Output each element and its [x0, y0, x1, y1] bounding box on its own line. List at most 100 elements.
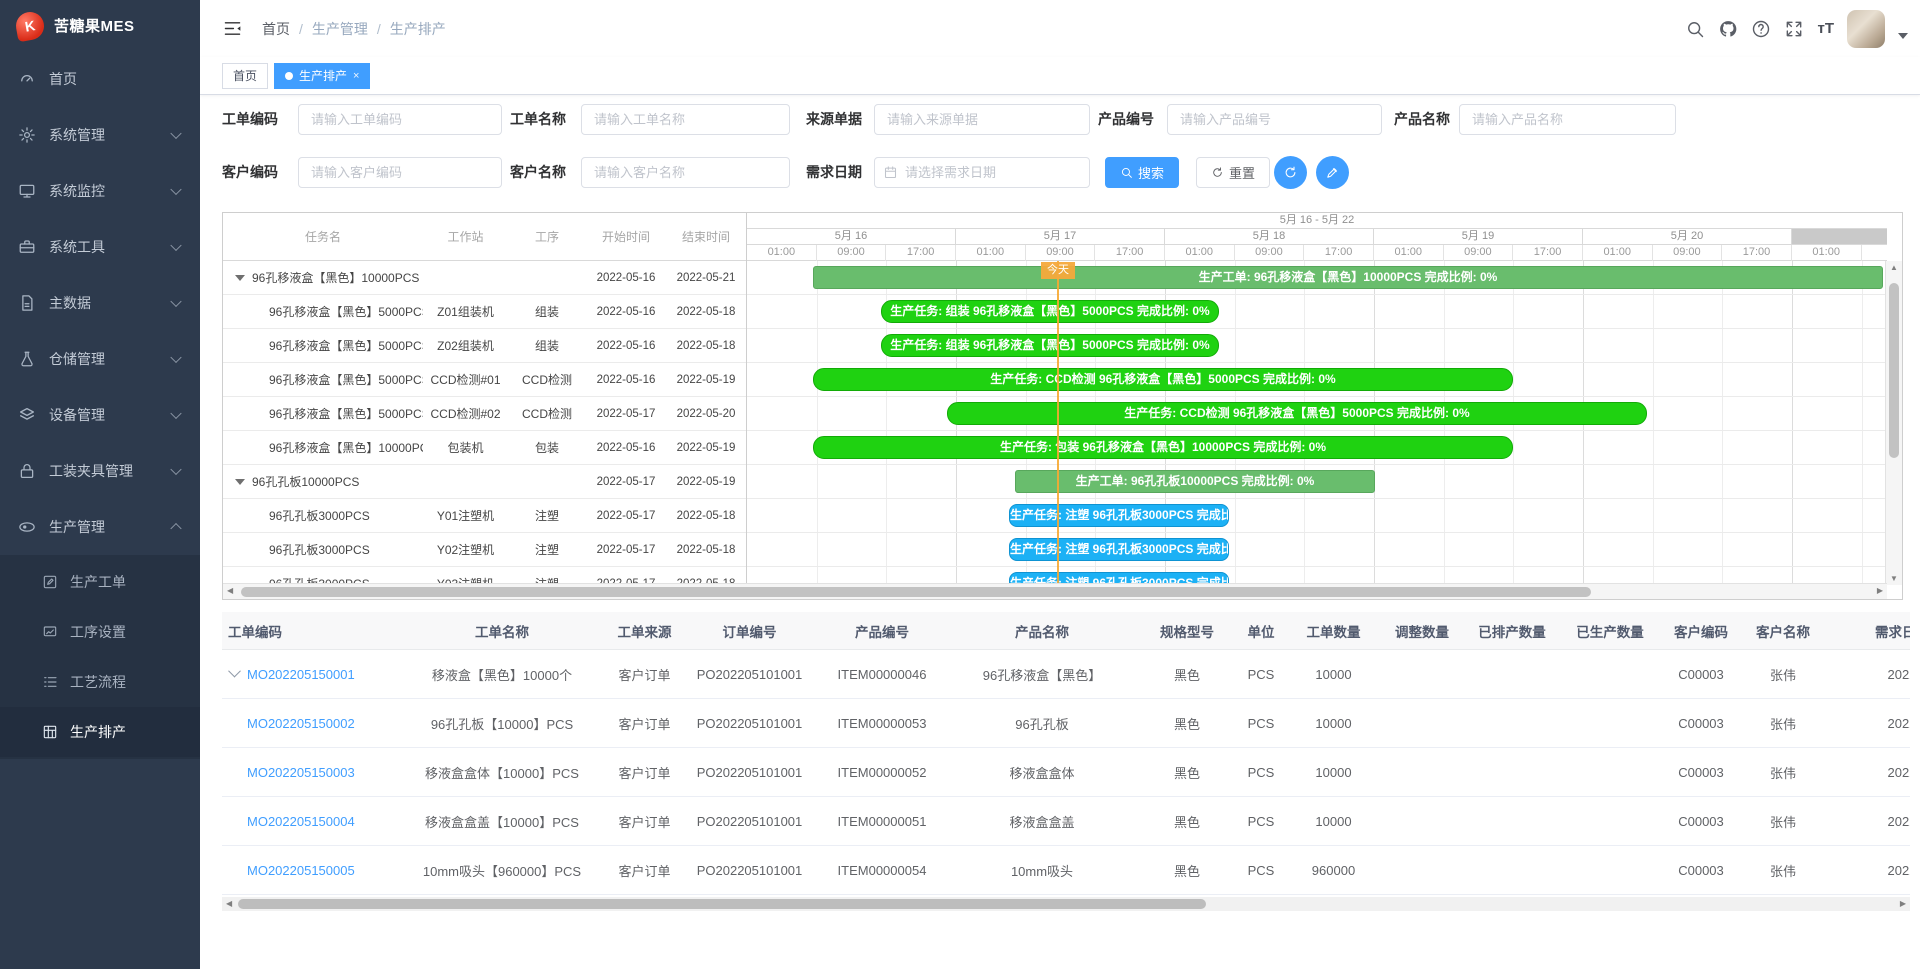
table-cell: C00003: [1658, 765, 1744, 780]
customer-code-input[interactable]: [298, 157, 502, 188]
work-order-code-input[interactable]: [298, 104, 502, 135]
gantt-column-header: 工作站: [423, 228, 508, 245]
table-row[interactable]: MO20220515000296孔孔板【10000】PCS客户订单PO20220…: [222, 699, 1910, 748]
sidebar-item-process-flow[interactable]: 工艺流程: [0, 657, 200, 707]
expand-triangle-icon[interactable]: [235, 275, 245, 281]
work-order-link[interactable]: MO202205150003: [247, 765, 355, 780]
gantt-bar[interactable]: 生产工单: 96孔移液盒【黑色】10000PCS 完成比例: 0%: [813, 266, 1883, 289]
task-cell: 注塑: [508, 541, 586, 558]
scrollbar-thumb[interactable]: [238, 899, 1206, 909]
fullscreen-icon[interactable]: [1784, 19, 1804, 39]
grid-icon: [42, 724, 58, 740]
app-logo[interactable]: K 苦糖果MES: [0, 0, 200, 51]
sidebar-item-system-monitor[interactable]: 系统监控: [0, 163, 200, 219]
sidebar-item-home[interactable]: 首页: [0, 51, 200, 107]
sidebar-item-production-management[interactable]: 生产管理: [0, 499, 200, 555]
gantt-bar[interactable]: 生产任务: 注塑 96孔孔板3000PCS 完成比例: 0%: [1009, 504, 1229, 527]
gantt-bar[interactable]: 生产任务: CCD检测 96孔移液盒【黑色】5000PCS 完成比例: 0%: [813, 368, 1513, 391]
breadcrumb-home[interactable]: 首页: [262, 19, 290, 39]
work-order-link[interactable]: MO202205150005: [247, 863, 355, 878]
product-code-input[interactable]: [1167, 104, 1382, 135]
gantt-task-row[interactable]: 96孔移液盒【黑色】5000PCSZ02组装机组装2022-05-162022-…: [223, 329, 746, 363]
gantt-bar[interactable]: 生产任务: 包装 96孔移液盒【黑色】10000PCS 完成比例: 0%: [813, 436, 1513, 459]
task-cell: 2022-05-16: [586, 374, 666, 386]
scroll-down-icon[interactable]: ▼: [1886, 574, 1902, 583]
gantt-horizontal-scrollbar[interactable]: ◀ ▶: [223, 583, 1887, 599]
work-order-link[interactable]: MO202205150001: [247, 667, 355, 682]
gantt-task-row[interactable]: 96孔孔板3000PCSY01注塑机注塑2022-05-172022-05-18: [223, 499, 746, 533]
gantt-bar[interactable]: 生产任务: 组装 96孔移液盒【黑色】5000PCS 完成比例: 0%: [881, 334, 1219, 357]
sidebar-item-system-tools[interactable]: 系统工具: [0, 219, 200, 275]
tab-close-icon[interactable]: ×: [353, 71, 359, 81]
gantt-bar[interactable]: 生产任务: 组装 96孔移液盒【黑色】5000PCS 完成比例: 0%: [881, 300, 1219, 323]
task-cell: 2022-05-18: [666, 340, 746, 352]
gantt-task-row[interactable]: 96孔移液盒【黑色】5000PCSCCD检测#01CCD检测2022-05-16…: [223, 363, 746, 397]
gantt-task-row[interactable]: 96孔移液盒【黑色】10000PCS包装机包装2022-05-162022-05…: [223, 431, 746, 465]
expand-triangle-icon[interactable]: [235, 479, 245, 485]
sidebar-item-master-data[interactable]: 主数据: [0, 275, 200, 331]
sidebar-collapse-icon[interactable]: [222, 18, 243, 39]
gantt-task-row[interactable]: 96孔移液盒【黑色】5000PCSCCD检测#02CCD检测2022-05-17…: [223, 397, 746, 431]
scroll-left-icon[interactable]: ◀: [226, 899, 232, 908]
table-row[interactable]: MO20220515000510mm吸头【960000】PCS客户订单PO202…: [222, 846, 1910, 895]
gantt-bar[interactable]: 生产工单: 96孔孔板10000PCS 完成比例: 0%: [1015, 470, 1375, 493]
task-cell: 包装机: [423, 439, 508, 456]
table-row[interactable]: MO202205150003移液盒盒体【10000】PCS客户订单PO20220…: [222, 748, 1910, 797]
gantt-task-row[interactable]: 96孔孔板3000PCSY02注塑机注塑2022-05-172022-05-18: [223, 533, 746, 567]
sidebar-item-system-management[interactable]: 系统管理: [0, 107, 200, 163]
work-order-link[interactable]: MO202205150004: [247, 814, 355, 829]
user-caret-down-icon[interactable]: [1898, 33, 1908, 39]
search-button[interactable]: 搜索: [1105, 157, 1179, 188]
pen-icon: [1325, 165, 1340, 180]
gantt-task-row[interactable]: 96孔移液盒【黑色】5000PCSZ01组装机组装2022-05-162022-…: [223, 295, 746, 329]
table-cell: C00003: [1658, 814, 1744, 829]
table-row[interactable]: MO202205150004移液盒盒盖【10000】PCS客户订单PO20220…: [222, 797, 1910, 846]
customer-name-input[interactable]: [581, 157, 790, 188]
avatar[interactable]: [1847, 10, 1885, 48]
active-tab-dot: [285, 72, 293, 80]
scrollbar-thumb[interactable]: [241, 587, 1591, 597]
sidebar-item-production-order[interactable]: 生产工单: [0, 557, 200, 607]
github-icon[interactable]: [1718, 19, 1738, 39]
table-cell: 客户订单: [607, 812, 682, 831]
demand-date-input[interactable]: [874, 157, 1090, 188]
sidebar-item-process-settings[interactable]: 工序设置: [0, 607, 200, 657]
tab-home[interactable]: 首页: [222, 63, 268, 89]
breadcrumb-production-management[interactable]: 生产管理: [312, 19, 368, 39]
edit-schedule-button[interactable]: [1316, 156, 1349, 189]
sidebar-item-label: 首页: [49, 69, 77, 89]
task-cell: 2022-05-18: [666, 510, 746, 522]
scroll-right-icon[interactable]: ▶: [1900, 899, 1906, 908]
sidebar-item-fixture-management[interactable]: 工装夹具管理: [0, 443, 200, 499]
gantt-task-row[interactable]: 96孔移液盒【黑色】10000PCS2022-05-162022-05-21: [223, 261, 746, 295]
scrollbar-thumb[interactable]: [1889, 283, 1899, 458]
gantt-task-row[interactable]: 96孔孔板10000PCS2022-05-172022-05-19: [223, 465, 746, 499]
table-row[interactable]: MO202205150001移液盒【黑色】10000个客户订单PO2022051…: [222, 650, 1910, 699]
tab-label: 首页: [233, 67, 257, 84]
source-document-input[interactable]: [874, 104, 1090, 135]
breadcrumb-production-scheduling[interactable]: 生产排产: [390, 19, 446, 39]
table-horizontal-scrollbar[interactable]: ◀ ▶: [222, 897, 1910, 911]
tab-production-scheduling[interactable]: 生产排产 ×: [274, 63, 370, 89]
gantt-vertical-scrollbar[interactable]: ▲ ▼: [1885, 261, 1902, 585]
sidebar-item-warehouse-management[interactable]: 仓储管理: [0, 331, 200, 387]
timeline-hour-cell: 01:00: [1583, 245, 1653, 261]
work-order-name-input[interactable]: [581, 104, 790, 135]
sidebar-item-production-scheduling[interactable]: 生产排产: [0, 707, 200, 757]
work-order-link[interactable]: MO202205150002: [247, 716, 355, 731]
reset-button[interactable]: 重置: [1196, 157, 1270, 188]
help-icon[interactable]: [1751, 19, 1771, 39]
table-cell: 张伟: [1744, 714, 1822, 733]
expand-chevron-icon[interactable]: [228, 667, 241, 677]
sidebar-item-equipment-management[interactable]: 设备管理: [0, 387, 200, 443]
gantt-bar[interactable]: 生产任务: 注塑 96孔孔板3000PCS 完成比例: 0%: [1009, 538, 1229, 561]
gantt-bar[interactable]: 生产任务: CCD检测 96孔移液盒【黑色】5000PCS 完成比例: 0%: [947, 402, 1647, 425]
font-size-icon[interactable]: тT: [1817, 19, 1834, 39]
product-name-input[interactable]: [1459, 104, 1676, 135]
demand-date-label: 需求日期: [806, 157, 862, 188]
scroll-right-icon[interactable]: ▶: [1877, 586, 1883, 595]
search-icon[interactable]: [1685, 19, 1705, 39]
scroll-left-icon[interactable]: ◀: [227, 586, 233, 595]
scroll-up-icon[interactable]: ▲: [1886, 263, 1902, 272]
refresh-gantt-button[interactable]: [1274, 156, 1307, 189]
